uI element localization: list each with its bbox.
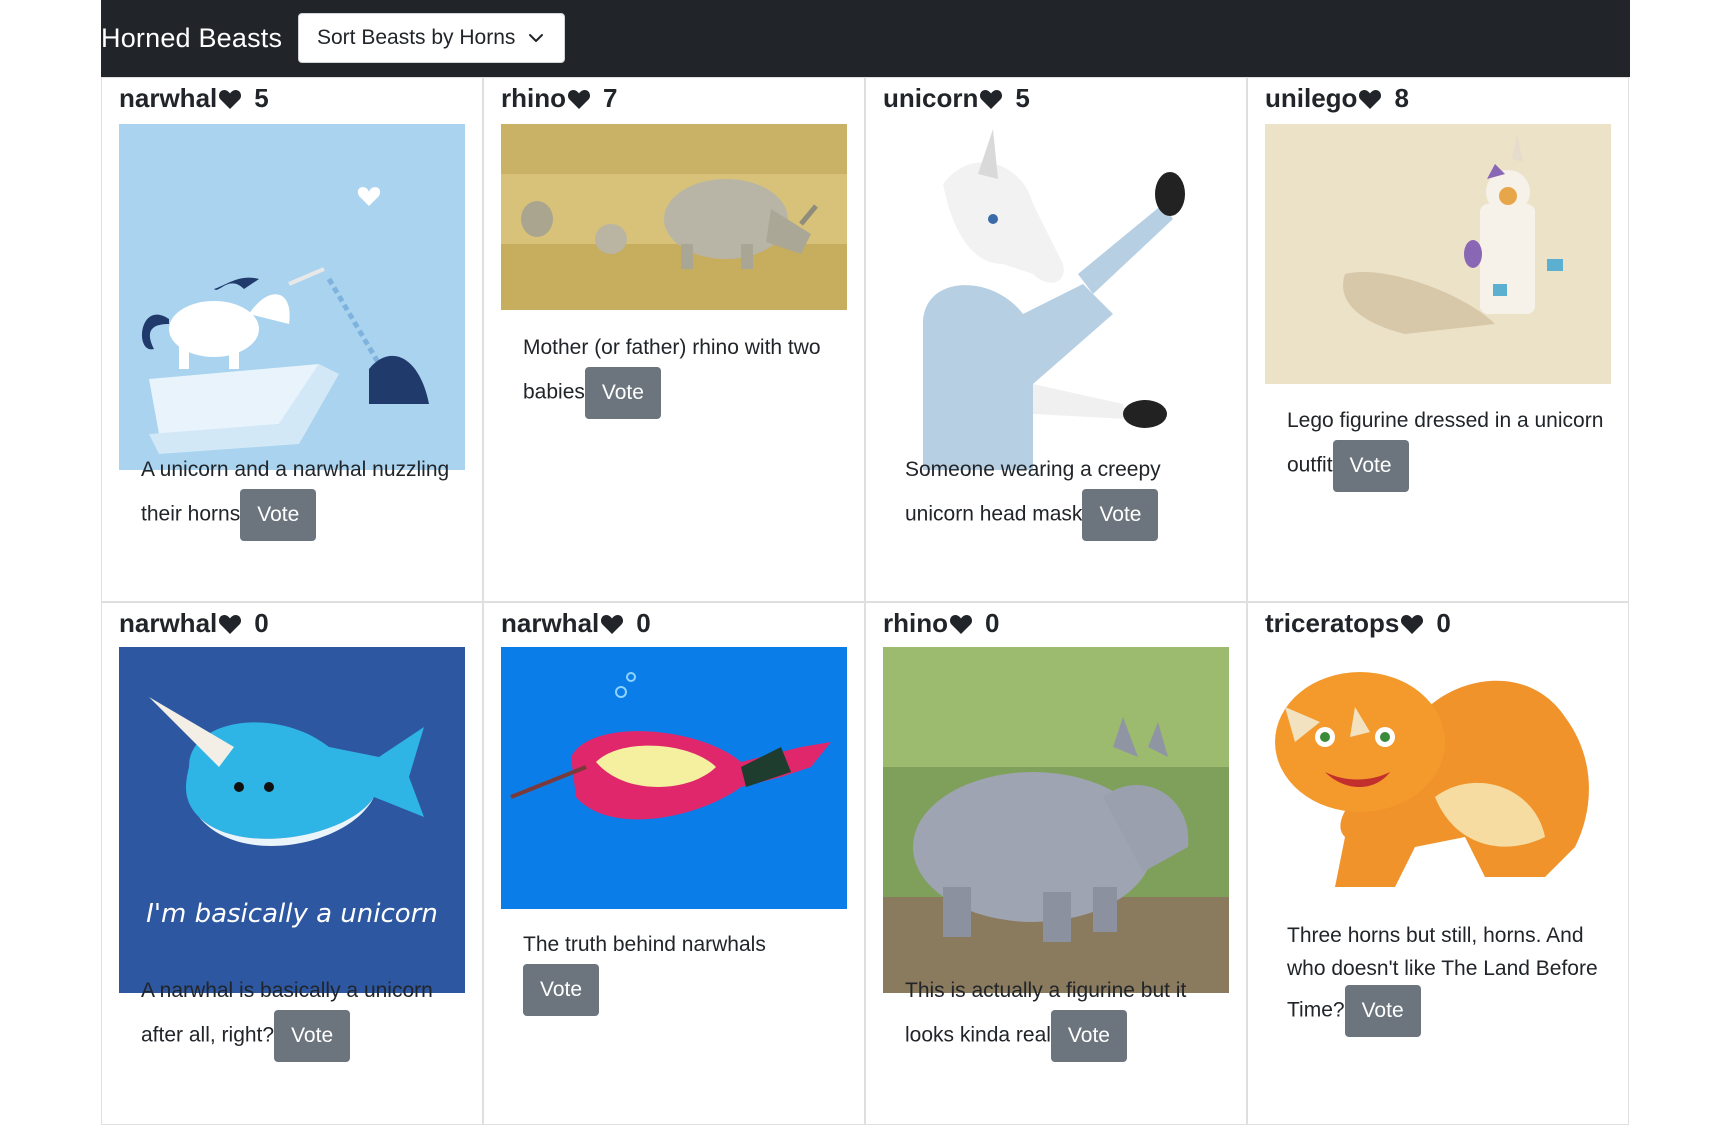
beast-name: narwhal (119, 83, 218, 113)
vote-button[interactable]: Vote (274, 1010, 351, 1062)
beast-card: narwhal 5 A unicorn and a narwhal nuzzli… (101, 77, 483, 602)
beast-name: unilego (1265, 83, 1358, 113)
chevron-down-icon (529, 34, 543, 42)
vote-button[interactable]: Vote (1332, 440, 1409, 492)
beast-description-block: Three horns but still, horns. And who do… (1287, 919, 1607, 1037)
beast-name: rhino (501, 83, 566, 113)
card-title: unilego 8 (1265, 83, 1409, 114)
beast-image: I'm basically a unicorn (119, 647, 465, 993)
heart-icon (219, 614, 242, 634)
brand-title[interactable]: Horned Beasts (101, 23, 282, 54)
vote-button[interactable]: Vote (1082, 489, 1159, 541)
heart-icon (980, 89, 1003, 109)
beast-description-block: This is actually a figurine but it looks… (905, 971, 1225, 1062)
beast-description: The truth behind narwhals (523, 933, 766, 956)
beast-image (1265, 124, 1611, 384)
sort-dropdown[interactable]: Sort Beasts by Horns (298, 13, 565, 63)
card-title: unicorn 5 (883, 83, 1030, 114)
heart-icon (567, 89, 591, 109)
card-title: triceratops 0 (1265, 608, 1451, 639)
heart-icon (601, 614, 624, 634)
beast-description: Mother (or father) rhino with two babies (523, 336, 821, 404)
beast-name: narwhal (501, 608, 600, 638)
card-title: narwhal 0 (119, 608, 269, 639)
beast-description-block: Lego figurine dressed in a unicorn outfi… (1287, 401, 1607, 492)
beast-card: unilego 8 Lego figurine dressed in a uni… (1247, 77, 1629, 602)
card-title: narwhal 5 (119, 83, 269, 114)
heart-icon (219, 89, 242, 109)
vote-button[interactable]: Vote (523, 964, 600, 1016)
beast-card: rhino 7 Mother (or father) rhino with tw… (483, 77, 865, 602)
beast-description: Three horns but still, horns. And who do… (1287, 924, 1598, 1022)
image-caption: I'm basically a unicorn (146, 899, 438, 929)
beast-name: triceratops (1265, 608, 1400, 638)
beast-description: This is actually a figurine but it looks… (905, 979, 1187, 1047)
vote-count: 5 (1015, 83, 1030, 113)
card-title: rhino 7 (501, 83, 617, 114)
beast-name: rhino (883, 608, 948, 638)
beast-image (501, 647, 847, 909)
beast-description-block: Someone wearing a creepy unicorn head ma… (905, 450, 1225, 541)
beast-description-block: Mother (or father) rhino with two babies… (523, 328, 843, 419)
card-title: rhino 0 (883, 608, 999, 639)
beast-card: rhino 0 This is actually a figurine but … (865, 602, 1247, 1125)
beast-description-block: A narwhal is basically a unicorn after a… (141, 971, 461, 1062)
heart-icon (949, 614, 973, 634)
beast-name: unicorn (883, 83, 979, 113)
vote-count: 0 (254, 608, 269, 638)
vote-count: 8 (1394, 83, 1409, 113)
sort-dropdown-label: Sort Beasts by Horns (317, 26, 516, 49)
vote-button[interactable]: Vote (1344, 985, 1421, 1037)
beast-description-block: The truth behind narwhals Vote (523, 925, 843, 1016)
vote-count: 0 (985, 608, 1000, 638)
vote-button[interactable]: Vote (1050, 1010, 1127, 1062)
heart-icon (1401, 614, 1424, 634)
beast-image (883, 124, 1229, 470)
beast-description-block: A unicorn and a narwhal nuzzling their h… (141, 450, 461, 541)
beast-image (1265, 647, 1611, 897)
vote-count: 7 (603, 83, 618, 113)
beast-name: narwhal (119, 608, 218, 638)
vote-count: 0 (636, 608, 651, 638)
beast-card: narwhal 0 The truth behind narwhals Vote (483, 602, 865, 1125)
card-title: narwhal 0 (501, 608, 651, 639)
beast-card: unicorn 5 Someone wearing a creepy unico… (865, 77, 1247, 602)
vote-button[interactable]: Vote (584, 367, 661, 419)
vote-count: 5 (254, 83, 269, 113)
beast-image (501, 124, 847, 310)
navbar: Horned Beasts Sort Beasts by Horns (101, 0, 1630, 77)
vote-button[interactable]: Vote (240, 489, 317, 541)
vote-count: 0 (1436, 608, 1451, 638)
beast-image (883, 647, 1229, 993)
beast-card: triceratops 0 Three horns but still, hor… (1247, 602, 1629, 1125)
beast-image (119, 124, 465, 470)
beast-card: narwhal 0 I'm basically a unicorn A narw… (101, 602, 483, 1125)
heart-icon (1359, 89, 1382, 109)
